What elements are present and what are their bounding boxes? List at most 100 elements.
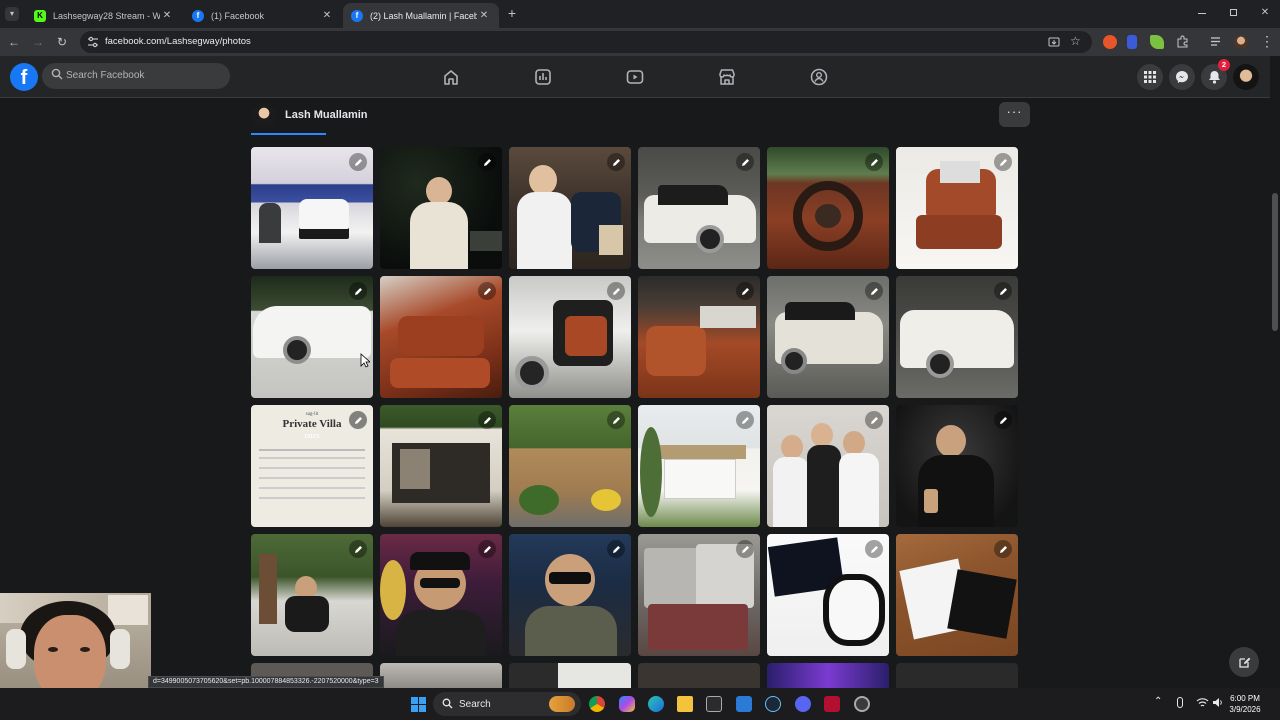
extensions-puzzle-icon[interactable] — [1176, 35, 1189, 48]
more-options-button[interactable]: ··· — [999, 102, 1030, 127]
photo-thumbnail[interactable] — [251, 147, 373, 269]
photo-thumbnail[interactable] — [509, 147, 631, 269]
photo-thumbnail[interactable] — [767, 663, 889, 688]
profile-avatar[interactable] — [252, 103, 276, 127]
photo-thumbnail[interactable] — [251, 276, 373, 398]
video-icon[interactable] — [626, 68, 644, 86]
feeds-icon[interactable] — [534, 68, 552, 86]
back-arrow-icon[interactable]: ← — [6, 34, 22, 50]
edit-photo-button[interactable] — [478, 153, 496, 171]
edit-photo-button[interactable] — [736, 540, 754, 558]
edit-photo-button[interactable] — [994, 282, 1012, 300]
photo-thumbnail[interactable] — [638, 534, 760, 656]
show-hidden-icons-chevron[interactable]: ⌃ — [1154, 696, 1162, 707]
reload-icon[interactable]: ↻ — [54, 34, 70, 50]
restore-icon[interactable] — [1230, 9, 1237, 16]
photo-thumbnail[interactable] — [767, 147, 889, 269]
edit-photo-button[interactable] — [994, 411, 1012, 429]
edit-photo-button[interactable] — [349, 540, 367, 558]
address-bar[interactable]: facebook.com/Lashsegway/photos ☆ — [80, 31, 1092, 53]
photo-thumbnail[interactable] — [509, 663, 631, 688]
menu-grid-button[interactable] — [1137, 64, 1163, 90]
browser-tab-kick[interactable]: K Lashsegway28 Stream - Watch ✕ — [26, 3, 182, 28]
photo-thumbnail[interactable] — [509, 405, 631, 527]
edit-photo-button[interactable] — [736, 153, 754, 171]
edge-icon[interactable] — [648, 696, 664, 712]
browser-tab-facebook[interactable]: f (1) Facebook ✕ — [184, 3, 342, 28]
photo-thumbnail[interactable] — [380, 147, 502, 269]
steam-icon[interactable] — [765, 696, 781, 712]
home-icon[interactable] — [442, 68, 460, 86]
settings-gear-icon[interactable] — [854, 696, 870, 712]
new-tab-button[interactable]: + — [505, 5, 519, 21]
copilot-icon[interactable] — [619, 696, 635, 712]
store-icon[interactable] — [706, 696, 722, 712]
edit-photo-button[interactable] — [736, 411, 754, 429]
browser-profile-avatar[interactable] — [1234, 35, 1248, 49]
system-clock[interactable]: 6:00 PM 3/9/2026 — [1226, 693, 1264, 715]
window-close-icon[interactable]: ✕ — [1259, 7, 1271, 19]
photo-thumbnail[interactable] — [380, 534, 502, 656]
file-explorer-icon[interactable] — [677, 696, 693, 712]
close-tab-icon[interactable]: ✕ — [160, 10, 174, 21]
photo-thumbnail[interactable] — [638, 405, 760, 527]
account-avatar[interactable] — [1233, 64, 1259, 90]
windows-start-icon[interactable] — [411, 697, 426, 712]
discord-icon[interactable] — [795, 696, 811, 712]
photo-thumbnail[interactable] — [767, 534, 889, 656]
forward-arrow-icon[interactable]: → — [30, 34, 46, 50]
photo-thumbnail[interactable] — [638, 147, 760, 269]
mail-icon[interactable] — [736, 696, 752, 712]
edit-photo-button[interactable] — [478, 282, 496, 300]
edit-photo-button[interactable] — [607, 540, 625, 558]
edit-photo-button[interactable] — [478, 411, 496, 429]
profile-name[interactable]: Lash Muallamin — [285, 109, 368, 121]
photo-thumbnail[interactable] — [380, 405, 502, 527]
site-settings-icon[interactable] — [87, 36, 99, 48]
wifi-icon[interactable] — [1196, 697, 1209, 708]
extension-fox-icon[interactable] — [1103, 35, 1117, 49]
messenger-button[interactable] — [1169, 64, 1195, 90]
photo-thumbnail[interactable] — [380, 276, 502, 398]
edit-photo-button[interactable] — [865, 540, 883, 558]
photo-thumbnail[interactable] — [509, 534, 631, 656]
edit-photo-button[interactable] — [607, 153, 625, 171]
photo-thumbnail[interactable] — [509, 276, 631, 398]
chrome-icon[interactable] — [589, 696, 605, 712]
facebook-logo[interactable]: f — [10, 63, 38, 91]
search-input[interactable]: Search Facebook — [42, 63, 230, 89]
bookmark-star-icon[interactable]: ☆ — [1070, 34, 1081, 48]
reading-list-icon[interactable] — [1211, 36, 1223, 47]
photo-thumbnail[interactable] — [896, 534, 1018, 656]
extension-leaf-icon[interactable] — [1150, 35, 1164, 49]
edit-photo-button[interactable] — [349, 411, 367, 429]
close-tab-icon[interactable]: ✕ — [477, 10, 491, 21]
photo-thumbnail[interactable] — [380, 663, 502, 688]
minimize-icon[interactable] — [1198, 13, 1206, 14]
scrollbar-thumb[interactable] — [1272, 193, 1278, 331]
photo-thumbnail[interactable]: sag-lit Private Villa rates — [251, 405, 373, 527]
volume-icon[interactable] — [1212, 697, 1224, 708]
photo-thumbnail[interactable] — [638, 276, 760, 398]
edit-photo-button[interactable] — [607, 282, 625, 300]
new-message-button[interactable] — [1229, 647, 1259, 677]
edit-photo-button[interactable] — [607, 411, 625, 429]
edit-photo-button[interactable] — [478, 540, 496, 558]
edit-photo-button[interactable] — [736, 282, 754, 300]
taskbar-search[interactable]: Search — [433, 692, 581, 716]
photo-thumbnail[interactable] — [767, 276, 889, 398]
edit-photo-button[interactable] — [994, 153, 1012, 171]
photo-thumbnail[interactable] — [896, 147, 1018, 269]
page-scrollbar[interactable] — [1270, 56, 1280, 688]
edit-photo-button[interactable] — [865, 153, 883, 171]
close-tab-icon[interactable]: ✕ — [320, 10, 334, 21]
tab-list-chevron-icon[interactable]: ▾ — [5, 7, 19, 21]
photo-thumbnail[interactable] — [638, 663, 760, 688]
photo-thumbnail[interactable] — [767, 405, 889, 527]
marketplace-icon[interactable] — [718, 68, 736, 86]
app-red-icon[interactable] — [824, 696, 840, 712]
browser-menu-icon[interactable]: ⋮ — [1259, 34, 1275, 50]
photo-thumbnail[interactable] — [251, 534, 373, 656]
extension-shield-icon[interactable] — [1127, 35, 1137, 49]
browser-tab-profile[interactable]: f (2) Lash Muallamin | Facebook ✕ — [343, 3, 499, 28]
